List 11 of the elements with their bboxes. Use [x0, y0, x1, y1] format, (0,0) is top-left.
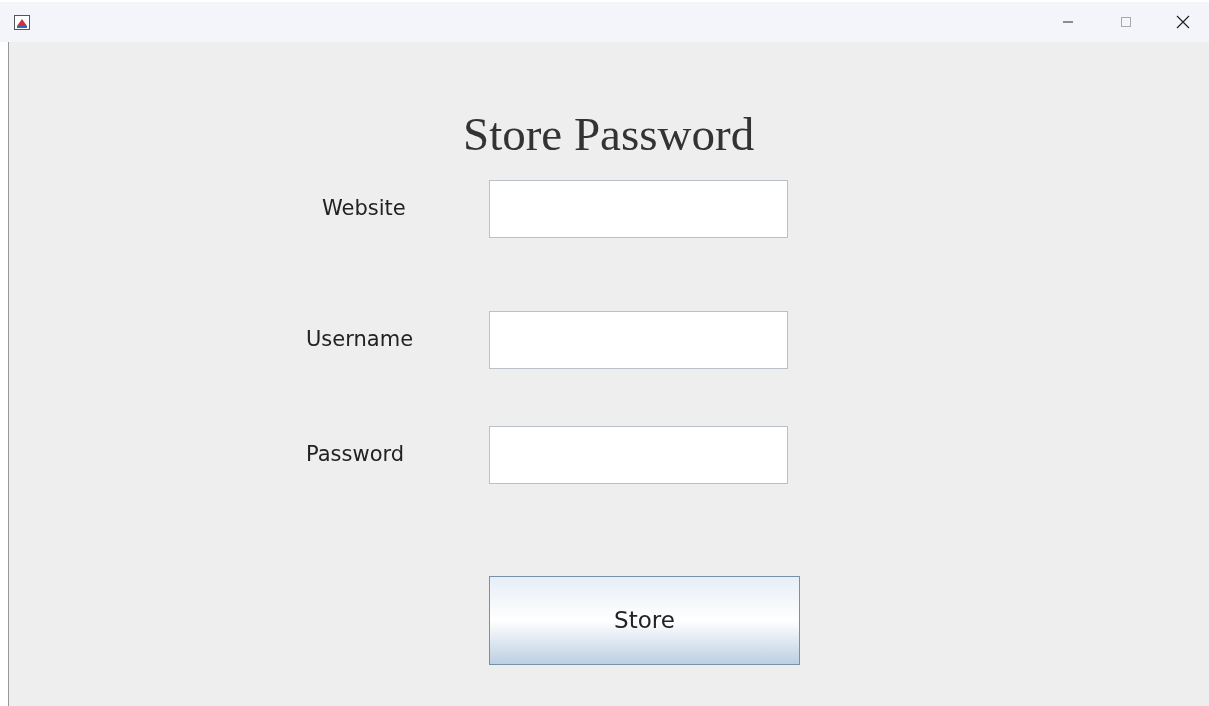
store-button[interactable]: Store: [489, 576, 800, 665]
input-field[interactable]: [489, 426, 788, 484]
close-icon: [1176, 15, 1190, 29]
form-title: Store Password: [463, 108, 755, 160]
input-field[interactable]: [489, 311, 788, 369]
field-label: Password: [306, 442, 405, 467]
maximize-icon: [1120, 16, 1132, 28]
field-label: Website: [322, 196, 406, 221]
app-icon: [14, 14, 30, 30]
input-field[interactable]: [489, 180, 788, 238]
field-label: Username: [306, 327, 414, 352]
